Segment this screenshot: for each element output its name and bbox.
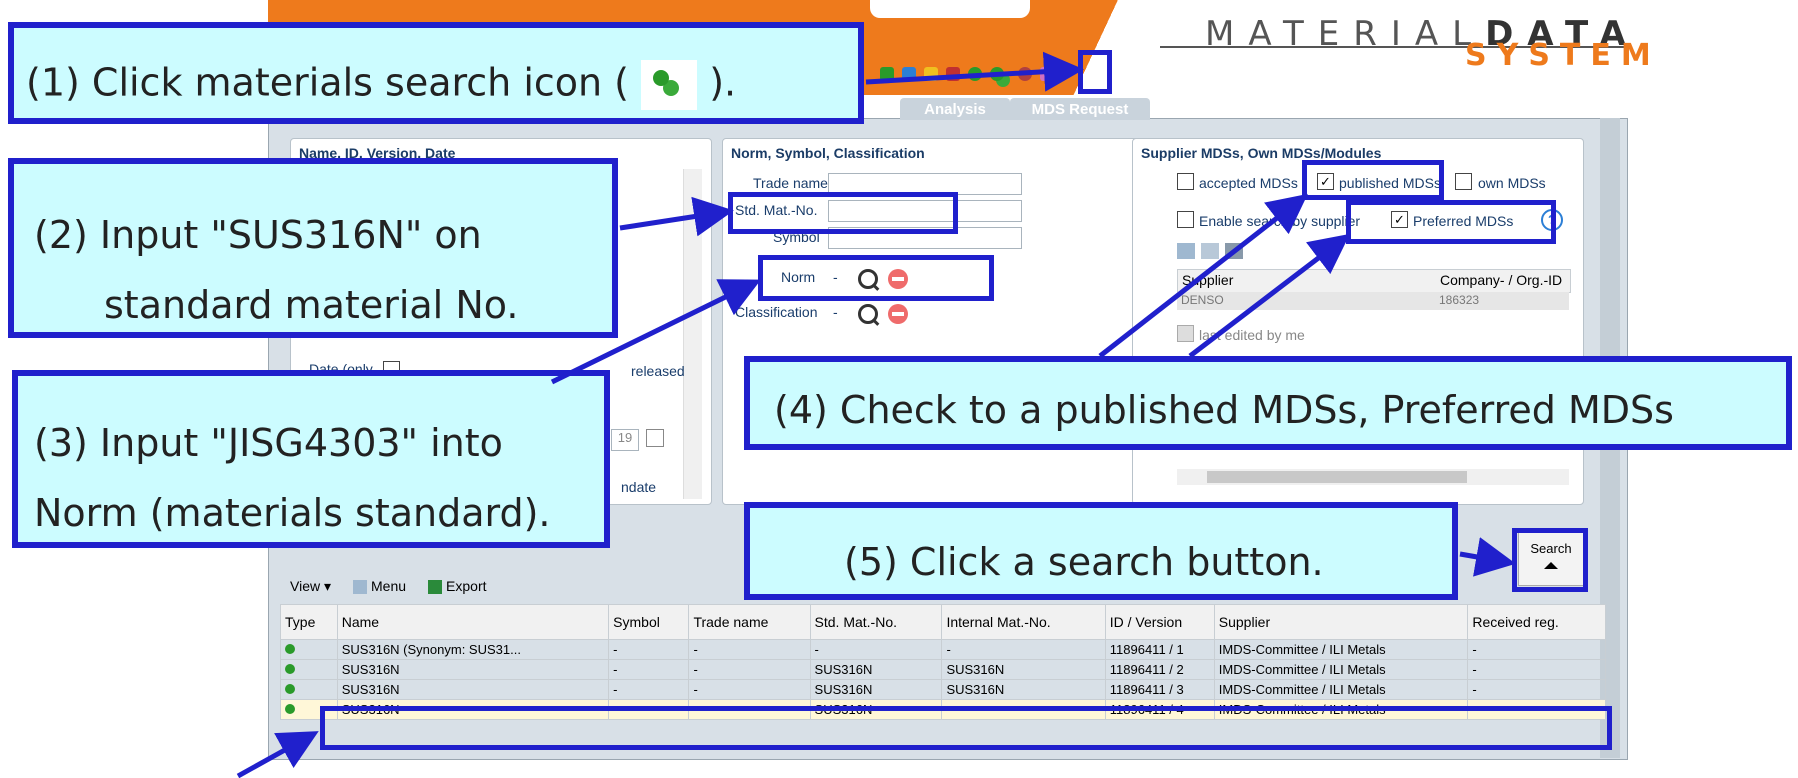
arrow-result — [236, 731, 319, 778]
arrow-step3 — [550, 279, 761, 385]
arrow-step2 — [619, 196, 734, 237]
arrow-step1 — [865, 51, 1084, 92]
annotation-arrows — [236, 51, 1516, 778]
arrow-step4b — [1188, 233, 1350, 358]
arrow-step5 — [1459, 537, 1516, 577]
arrow-step4a — [1098, 193, 1308, 358]
